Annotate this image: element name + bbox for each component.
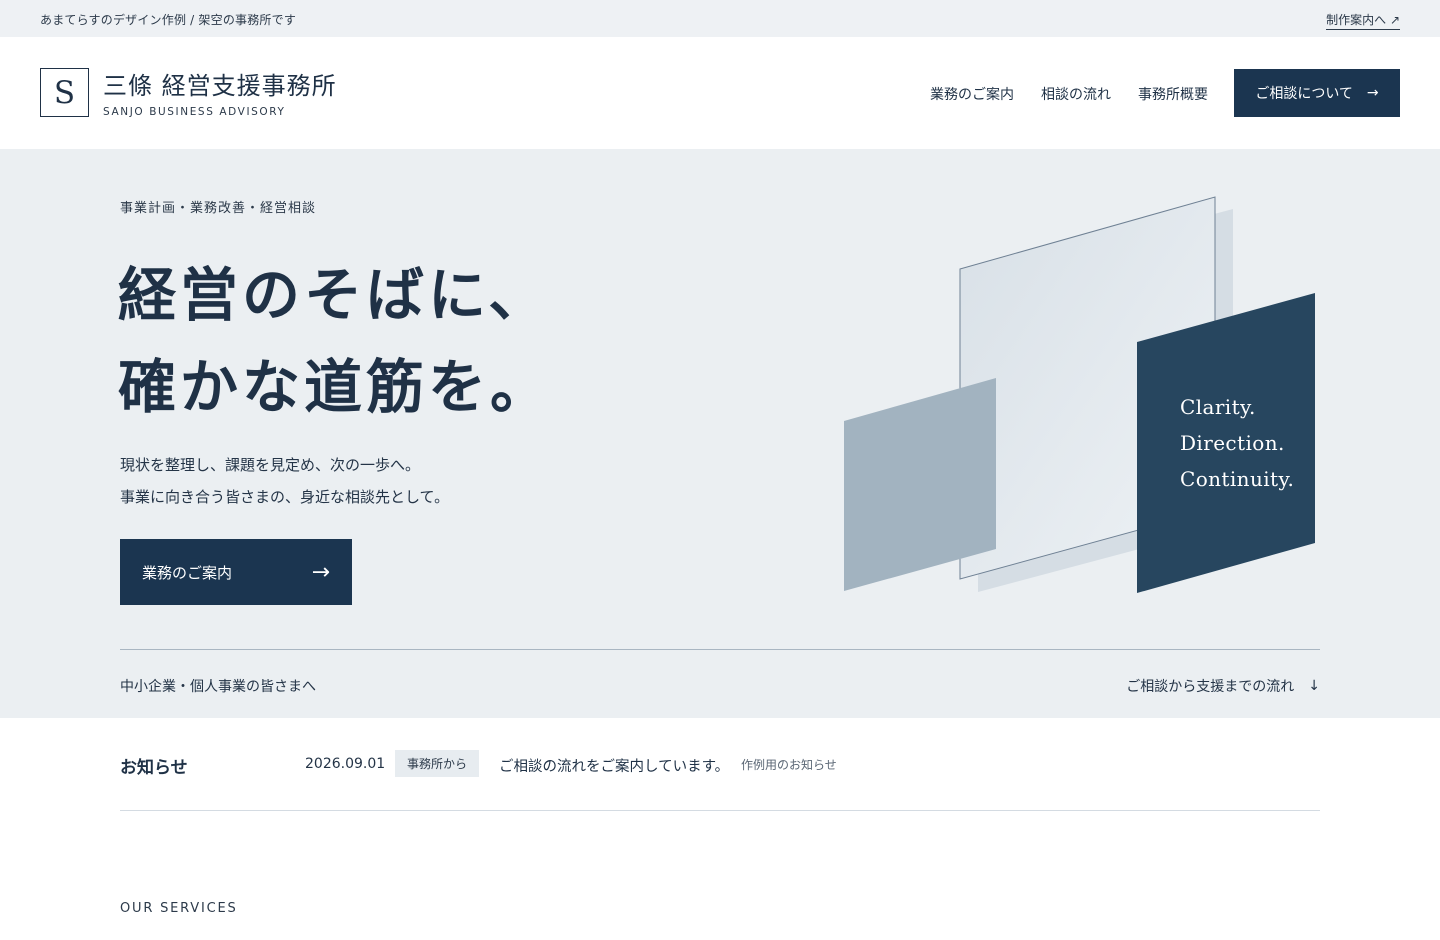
services-button-label: 業務のご案内 (142, 563, 233, 582)
tagline-line: Continuity. (1180, 467, 1295, 491)
hero-headline: 経営のそばに、 確かな道筋を。 (118, 249, 552, 433)
news-item-link[interactable]: ご相談の流れをご案内しています。 (499, 755, 729, 776)
hero-lead-line: 事業に向き合う皆さまの、身近な相談先として。 (120, 488, 450, 506)
flow-scroll-label: ご相談から支援までの流れ (1126, 679, 1295, 695)
utility-bar: あまてらすのデザイン作例 / 架空の事務所です 制作案内へ ↗ (0, 0, 1440, 37)
tagline-line: Clarity. (1180, 395, 1256, 419)
news-note: 作例用のお知らせ (741, 758, 837, 772)
services-section-label: OUR SERVICES (120, 901, 238, 916)
site-header: S 三條 経営支援事務所 SANJO BUSINESS ADVISORY 業務の… (0, 37, 1440, 149)
hero-audience: 中小企業・個人事業の皆さまへ (120, 679, 316, 695)
arrow-right-icon: → (311, 559, 330, 585)
project-info-link[interactable]: 制作案内へ ↗ (1326, 11, 1400, 30)
flow-scroll-link[interactable]: ご相談から支援までの流れ ↓ (1126, 676, 1320, 696)
divider (120, 810, 1320, 811)
logo-subtitle: SANJO BUSINESS ADVISORY (103, 106, 286, 118)
hero-headline-line: 経営のそばに、 (118, 261, 551, 329)
demo-note: あまてらすのデザイン作例 / 架空の事務所です (40, 13, 297, 27)
news-date: 2026.09.01 (305, 756, 386, 772)
hero-eyebrow: 事業計画・業務改善・経営相談 (120, 201, 317, 216)
nav-flow[interactable]: 相談の流れ (1041, 84, 1111, 104)
hero-lead: 現状を整理し、課題を見定め、次の一歩へ。 事業に向き合う皆さまの、身近な相談先と… (120, 449, 449, 513)
divider (120, 649, 1320, 650)
consultation-button[interactable]: ご相談について → (1234, 69, 1400, 117)
logo-mark[interactable]: S (40, 68, 89, 117)
nav-about[interactable]: 事務所概要 (1138, 84, 1208, 104)
hero-headline-line: 確かな道筋を。 (118, 353, 553, 421)
illustration-tagline: Clarity. Direction. Continuity. (1180, 389, 1294, 497)
news-category-badge: 事務所から (395, 750, 479, 777)
arrow-down-icon: ↓ (1308, 678, 1320, 694)
nav-services[interactable]: 業務のご案内 (930, 84, 1014, 104)
logo-name[interactable]: 三條 経営支援事務所 (103, 66, 337, 101)
services-button[interactable]: 業務のご案内 → (120, 539, 352, 605)
consultation-button-label: ご相談について (1255, 86, 1353, 102)
news-heading: お知らせ (120, 758, 188, 778)
hero-lead-line: 現状を整理し、課題を見定め、次の一歩へ。 (120, 456, 421, 474)
tagline-line: Direction. (1180, 431, 1285, 455)
arrow-right-icon: → (1366, 85, 1379, 101)
hero-section: 事業計画・業務改善・経営相談 経営のそばに、 確かな道筋を。 現状を整理し、課題… (0, 149, 1440, 718)
